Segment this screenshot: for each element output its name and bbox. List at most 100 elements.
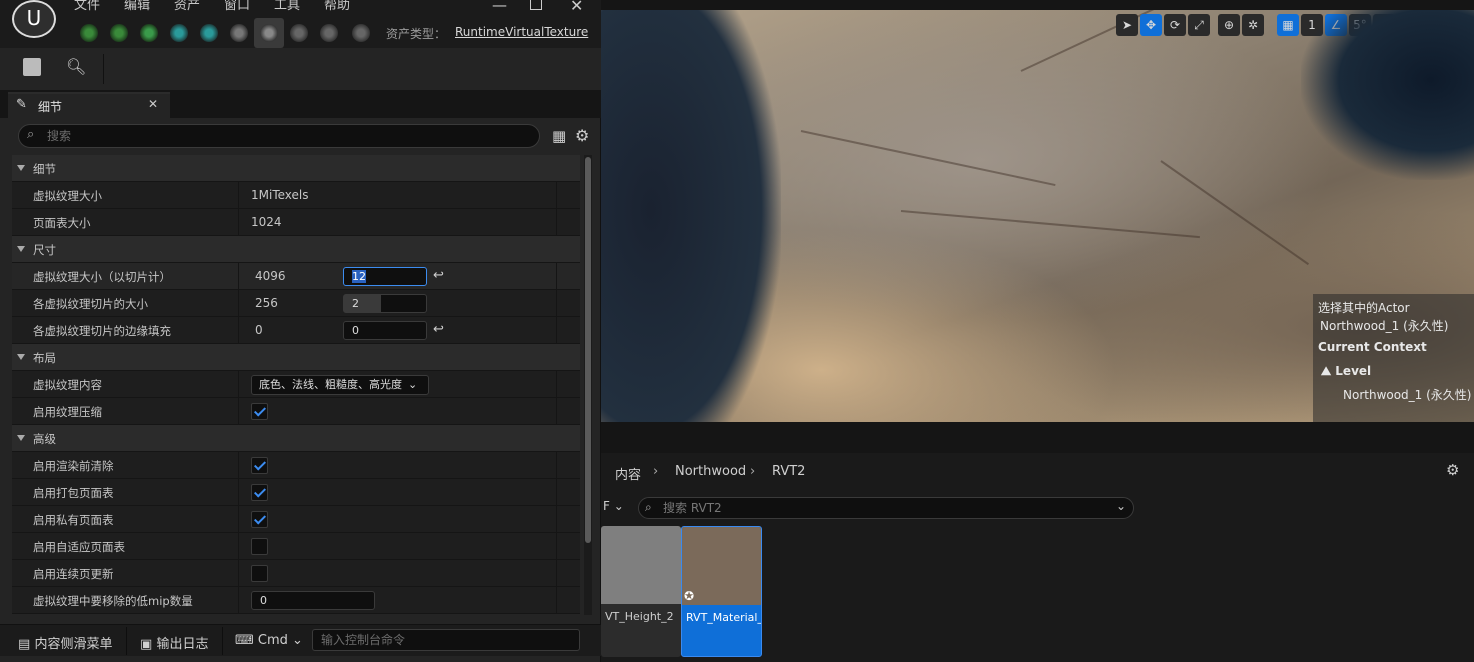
divider <box>556 533 557 560</box>
clear-before-render-checkbox[interactable] <box>251 457 268 474</box>
breadcrumb-content[interactable]: 内容 <box>615 464 641 483</box>
section-advanced[interactable]: 高级 <box>12 425 580 452</box>
details-search-input[interactable]: 搜索 <box>18 124 540 148</box>
details-scrollbar[interactable] <box>584 155 592 615</box>
rock-crack <box>1160 160 1310 266</box>
breadcrumb-rvt2[interactable]: RVT2 <box>772 464 805 479</box>
viewport-coord-toolbar: ⊕ ✲ <box>1218 14 1264 36</box>
close-window-icon[interactable]: ✕ <box>570 0 583 15</box>
continuous-update-checkbox[interactable] <box>251 565 268 582</box>
tile-border-input[interactable]: 0 <box>343 321 427 340</box>
search-chevron-down-icon[interactable]: ⌄ <box>1116 499 1126 513</box>
settings-gear-icon[interactable]: ⚙ <box>1446 461 1459 479</box>
prop-value: 0 <box>255 323 263 337</box>
channel-gray-icon[interactable] <box>230 24 248 42</box>
remove-low-mips-input[interactable]: 0 <box>251 591 375 610</box>
channel-green-icon[interactable] <box>110 24 128 42</box>
divider <box>556 587 557 614</box>
collapse-arrow-icon <box>17 354 25 360</box>
save-icon[interactable] <box>23 58 41 76</box>
channel-green-icon[interactable] <box>80 24 98 42</box>
grid-snap-icon[interactable]: ▦ <box>1277 14 1299 36</box>
surface-snap-icon[interactable]: ✲ <box>1242 14 1264 36</box>
ctx-level-row[interactable]: ⛰ Level <box>1321 364 1371 379</box>
collapse-arrow-icon <box>17 165 25 171</box>
scale-mode-icon[interactable]: ⤢ <box>1188 14 1210 36</box>
minimize-icon[interactable]: — <box>492 0 507 14</box>
asset-name: RVT_Material_2 <box>686 611 762 624</box>
terminal-icon: ⌨ <box>235 633 254 648</box>
grid-snap-value[interactable]: 1 <box>1301 14 1323 36</box>
asset-thumbnail <box>601 526 681 604</box>
rock-crack <box>900 210 1200 239</box>
translate-mode-icon[interactable]: ✥ <box>1140 14 1162 36</box>
viewport-snap-toolbar: ▦ 1 ∠ 5° ⤡ 0.125 <box>1277 14 1440 36</box>
menu-file[interactable]: 文件 <box>74 0 100 13</box>
output-log-button[interactable]: ▣ 输出日志 <box>140 633 208 652</box>
asset-type-link[interactable]: RuntimeVirtualTexture <box>455 25 588 39</box>
content-drawer-button[interactable]: ▤ 内容侧滑菜单 <box>18 633 112 652</box>
section-details[interactable]: 细节 <box>12 155 580 182</box>
settings-gear-icon[interactable]: ⚙ <box>575 126 589 145</box>
channel-gray-icon[interactable] <box>352 24 370 42</box>
unreal-logo-icon[interactable]: U <box>12 0 56 38</box>
table-view-icon[interactable]: ▦ <box>552 127 566 145</box>
section-size[interactable]: 尺寸 <box>12 236 580 263</box>
menu-window[interactable]: 窗口 <box>224 0 250 13</box>
rotate-mode-icon[interactable]: ⟳ <box>1164 14 1186 36</box>
filter-dropdown-icon[interactable]: F ⌄ <box>603 499 624 513</box>
folder-icon: ▤ <box>18 637 31 652</box>
compression-checkbox[interactable] <box>251 403 268 420</box>
chevron-down-icon: ⌄ <box>408 378 418 391</box>
output-log-label: 输出日志 <box>156 637 209 652</box>
browse-asset-icon[interactable]: 🔍︎ <box>66 57 86 76</box>
vt-size-tiles-input[interactable]: 12 <box>343 267 427 286</box>
console-input[interactable]: 输入控制台命令 <box>312 629 580 651</box>
scale-snap-value[interactable]: 0.125 <box>1397 14 1440 36</box>
level-viewport[interactable]: ➤ ✥ ⟳ ⤢ ⊕ ✲ ▦ 1 ∠ 5° ⤡ 0.125 选择其中的Actor … <box>601 10 1474 422</box>
content-search-input[interactable]: 搜索 RVT2 <box>638 497 1134 519</box>
channel-teal-icon[interactable] <box>170 24 188 42</box>
menu-tools[interactable]: 工具 <box>274 0 300 13</box>
maximize-icon[interactable] <box>530 0 542 10</box>
rotation-snap-icon[interactable]: ∠ <box>1325 14 1347 36</box>
tab-details[interactable]: ✎ 细节 ✕ <box>8 92 170 118</box>
pack-page-table-checkbox[interactable] <box>251 484 268 501</box>
private-page-table-checkbox[interactable] <box>251 511 268 528</box>
prop-label: 启用连续页更新 <box>33 567 114 581</box>
section-label: 高级 <box>33 432 56 446</box>
section-layout[interactable]: 布局 <box>12 344 580 371</box>
chevron-down-icon: ⌄ <box>292 633 303 648</box>
scrollbar-thumb[interactable] <box>585 157 591 543</box>
collapse-arrow-icon <box>17 435 25 441</box>
asset-tile-rvt-material[interactable]: ✪ RVT_Material_2 <box>681 526 762 657</box>
channel-gray-icon[interactable] <box>260 24 278 42</box>
vt-content-dropdown[interactable]: 底色、法线、粗糙度、高光度 ⌄ <box>251 375 429 395</box>
channel-gray-icon[interactable] <box>290 24 308 42</box>
cmd-dropdown[interactable]: ⌨ Cmd ⌄ <box>235 633 303 648</box>
channel-green-icon[interactable] <box>140 24 158 42</box>
select-mode-icon[interactable]: ➤ <box>1116 14 1138 36</box>
menu-asset[interactable]: 资产 <box>174 0 200 13</box>
ctx-level-name: Northwood_1 (永久性) <box>1320 319 1449 333</box>
scale-snap-icon[interactable]: ⤡ <box>1373 14 1395 36</box>
world-coord-icon[interactable]: ⊕ <box>1218 14 1240 36</box>
close-tab-icon[interactable]: ✕ <box>148 97 158 111</box>
reset-to-default-icon[interactable]: ↩ <box>433 322 444 337</box>
prop-label: 虚拟纹理大小 <box>33 189 102 203</box>
channel-teal-icon[interactable] <box>200 24 218 42</box>
breadcrumb-northwood[interactable]: Northwood <box>675 464 746 479</box>
tile-size-slider[interactable]: 2 <box>343 294 427 313</box>
menu-help[interactable]: 帮助 <box>324 0 350 13</box>
channel-gray-icon[interactable] <box>320 24 338 42</box>
menu-edit[interactable]: 编辑 <box>124 0 150 13</box>
divider <box>238 506 239 533</box>
divider <box>238 398 239 425</box>
divider <box>556 290 557 317</box>
adaptive-page-table-checkbox[interactable] <box>251 538 268 555</box>
asset-tile-vt-height[interactable]: VT_Height_2 <box>601 526 681 657</box>
divider <box>556 506 557 533</box>
divider <box>238 452 239 479</box>
rotation-snap-value[interactable]: 5° <box>1349 14 1371 36</box>
reset-to-default-icon[interactable]: ↩ <box>433 268 444 283</box>
